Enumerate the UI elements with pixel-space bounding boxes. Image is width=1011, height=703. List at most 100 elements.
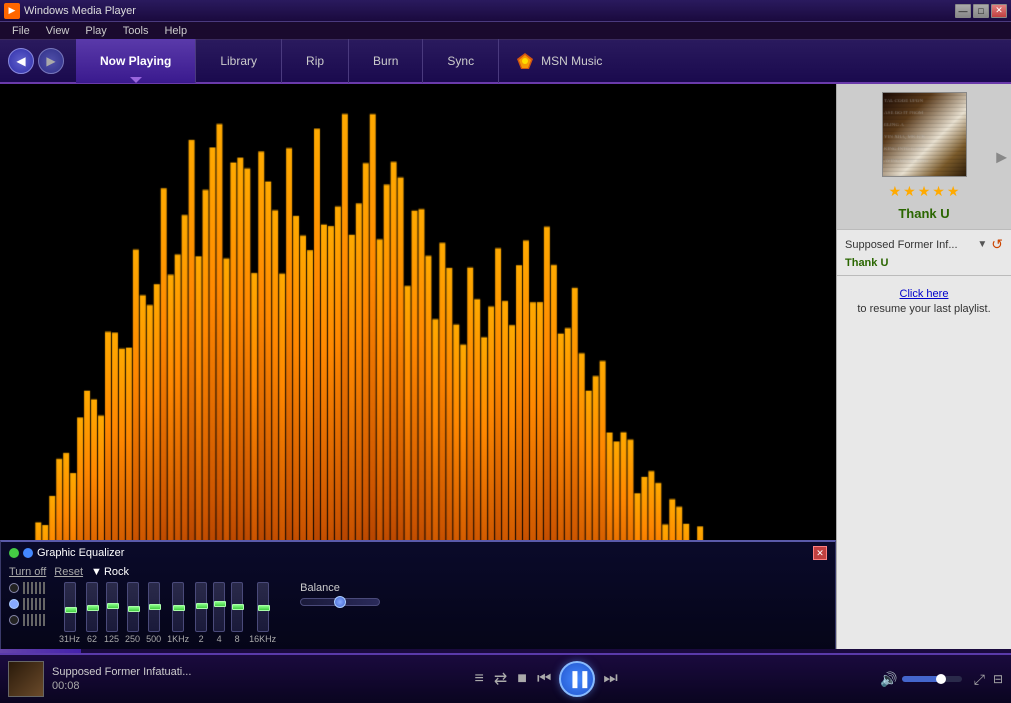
tab-burn[interactable]: Burn [349, 39, 423, 83]
eq-slider-label-6: 2 [199, 634, 204, 644]
msn-music-label: MSN Music [541, 54, 602, 68]
eq-radio-1[interactable] [9, 583, 19, 593]
shuffle-button[interactable]: ⇄ [492, 667, 509, 691]
next-track-arrow[interactable]: ▶ [996, 148, 1007, 165]
msn-logo-icon [515, 51, 535, 71]
nav-tabs: Now Playing Library Rip Burn Sync MSN Mu… [76, 39, 1003, 83]
eq-controls-row: Turn off Reset ▼ Rock [9, 566, 827, 578]
star-2: ★ [903, 183, 916, 200]
pause-icon: ▐▐ [567, 671, 587, 687]
album-art [882, 92, 967, 177]
eq-dot-blue [23, 548, 33, 558]
previous-button[interactable]: ⏮ [535, 668, 553, 690]
eq-slider-7[interactable] [213, 582, 225, 632]
title-bar: ▶ Windows Media Player — □ ✕ [0, 0, 1011, 22]
eq-slider-label-3: 250 [125, 634, 140, 644]
eq-slider-3[interactable] [127, 582, 139, 632]
eq-slider-4[interactable] [148, 582, 160, 632]
eq-slider-thumb-2 [107, 603, 119, 609]
back-button[interactable]: ◀ [8, 48, 34, 74]
mini-player-button[interactable]: ⊟ [993, 672, 1003, 686]
transport-bar: Supposed Former Infatuati... 00:08 ≡ ⇄ ■… [0, 653, 1011, 703]
eq-title: Graphic Equalizer [37, 547, 813, 559]
playlist-refresh-icon[interactable]: ↺ [991, 236, 1003, 253]
eq-slider-group-6: 2 [195, 582, 207, 644]
volume-icon[interactable]: 🔊 [880, 671, 897, 688]
eq-slider-thumb-3 [128, 606, 140, 612]
eq-preset-selector[interactable]: ▼ Rock [91, 566, 129, 578]
transport-track-name: Supposed Former Infatuati... [52, 666, 212, 678]
minimize-button[interactable]: — [955, 4, 971, 18]
album-art-overlay [883, 93, 966, 176]
tab-msn-music[interactable]: MSN Music [499, 39, 618, 83]
eq-icon-1 [23, 582, 47, 594]
resume-area: Click here to resume your last playlist. [837, 276, 1011, 653]
eq-slider-thumb-1 [87, 605, 99, 611]
eq-options [9, 582, 47, 626]
eq-preset-label: Rock [104, 566, 129, 578]
eq-slider-0[interactable] [64, 582, 76, 632]
eq-close-button[interactable]: ✕ [813, 546, 827, 560]
eq-slider-group-9: 16KHz [249, 582, 276, 644]
balance-track[interactable] [300, 598, 380, 606]
maximize-button[interactable]: □ [973, 4, 989, 18]
eq-slider-label-0: 31Hz [59, 634, 80, 644]
play-pause-button[interactable]: ▐▐ [559, 661, 595, 697]
click-here-link[interactable]: Click here [900, 288, 949, 300]
menu-play[interactable]: Play [77, 22, 114, 40]
eq-slider-label-1: 62 [87, 634, 97, 644]
album-art-area: ▶ ★ ★ ★ ★ ★ Thank U [837, 84, 1011, 230]
star-rating[interactable]: ★ ★ ★ ★ ★ [889, 183, 960, 200]
tab-library[interactable]: Library [196, 39, 282, 83]
eq-slider-group-0: 31Hz [59, 582, 80, 644]
eq-slider-group-8: 8 [231, 582, 243, 644]
eq-dot-green [9, 548, 19, 558]
eq-slider-9[interactable] [257, 582, 269, 632]
eq-slider-8[interactable] [231, 582, 243, 632]
transport-track-time: 00:08 [52, 680, 212, 692]
eq-slider-thumb-4 [149, 604, 161, 610]
eq-turnoff-button[interactable]: Turn off [9, 566, 46, 578]
menu-help[interactable]: Help [156, 22, 195, 40]
progress-bar[interactable] [0, 649, 1011, 653]
eq-slider-2[interactable] [106, 582, 118, 632]
playlist-area: Supposed Former Inf... ▼ ↺ Thank U [837, 230, 1011, 276]
eq-icon-2 [23, 598, 47, 610]
playlist-name: Supposed Former Inf... [845, 239, 973, 251]
forward-button[interactable]: ▶ [38, 48, 64, 74]
eq-radio-2[interactable] [9, 599, 19, 609]
next-button[interactable]: ⏭ [601, 668, 619, 690]
eq-slider-6[interactable] [195, 582, 207, 632]
progress-fill [0, 649, 81, 653]
eq-slider-group-2: 125 [104, 582, 119, 644]
eq-slider-group-7: 4 [213, 582, 225, 644]
eq-radio-3[interactable] [9, 615, 19, 625]
tab-now-playing[interactable]: Now Playing [76, 39, 196, 83]
main-content: Graphic Equalizer ✕ Turn off Reset ▼ Roc… [0, 84, 1011, 653]
tab-sync[interactable]: Sync [423, 39, 499, 83]
volume-thumb [936, 674, 946, 684]
eq-slider-1[interactable] [86, 582, 98, 632]
menu-file[interactable]: File [4, 22, 38, 40]
balance-thumb [334, 596, 346, 608]
eq-slider-label-4: 500 [146, 634, 161, 644]
eq-slider-group-4: 500 [146, 582, 161, 644]
star-5: ★ [947, 183, 960, 200]
tab-rip[interactable]: Rip [282, 39, 349, 83]
close-button[interactable]: ✕ [991, 4, 1007, 18]
playlist-dropdown[interactable]: Supposed Former Inf... ▼ ↺ [845, 236, 1003, 253]
menu-tools[interactable]: Tools [115, 22, 157, 40]
menu-view[interactable]: View [38, 22, 78, 40]
eq-slider-5[interactable] [172, 582, 184, 632]
eq-reset-button[interactable]: Reset [54, 566, 83, 578]
eq-preset-arrow: ▼ [91, 566, 102, 578]
fullscreen-button[interactable]: ⤢ [974, 671, 985, 688]
eq-slider-group-1: 62 [86, 582, 98, 644]
stop-button[interactable]: ■ [515, 668, 529, 690]
eq-slider-thumb-5 [173, 605, 185, 611]
volume-slider[interactable] [902, 676, 962, 682]
star-4: ★ [932, 183, 945, 200]
eq-radio-row-2 [9, 598, 47, 610]
playlist-dropdown-arrow: ▼ [977, 239, 987, 250]
eq-settings-button[interactable]: ≡ [473, 668, 486, 690]
